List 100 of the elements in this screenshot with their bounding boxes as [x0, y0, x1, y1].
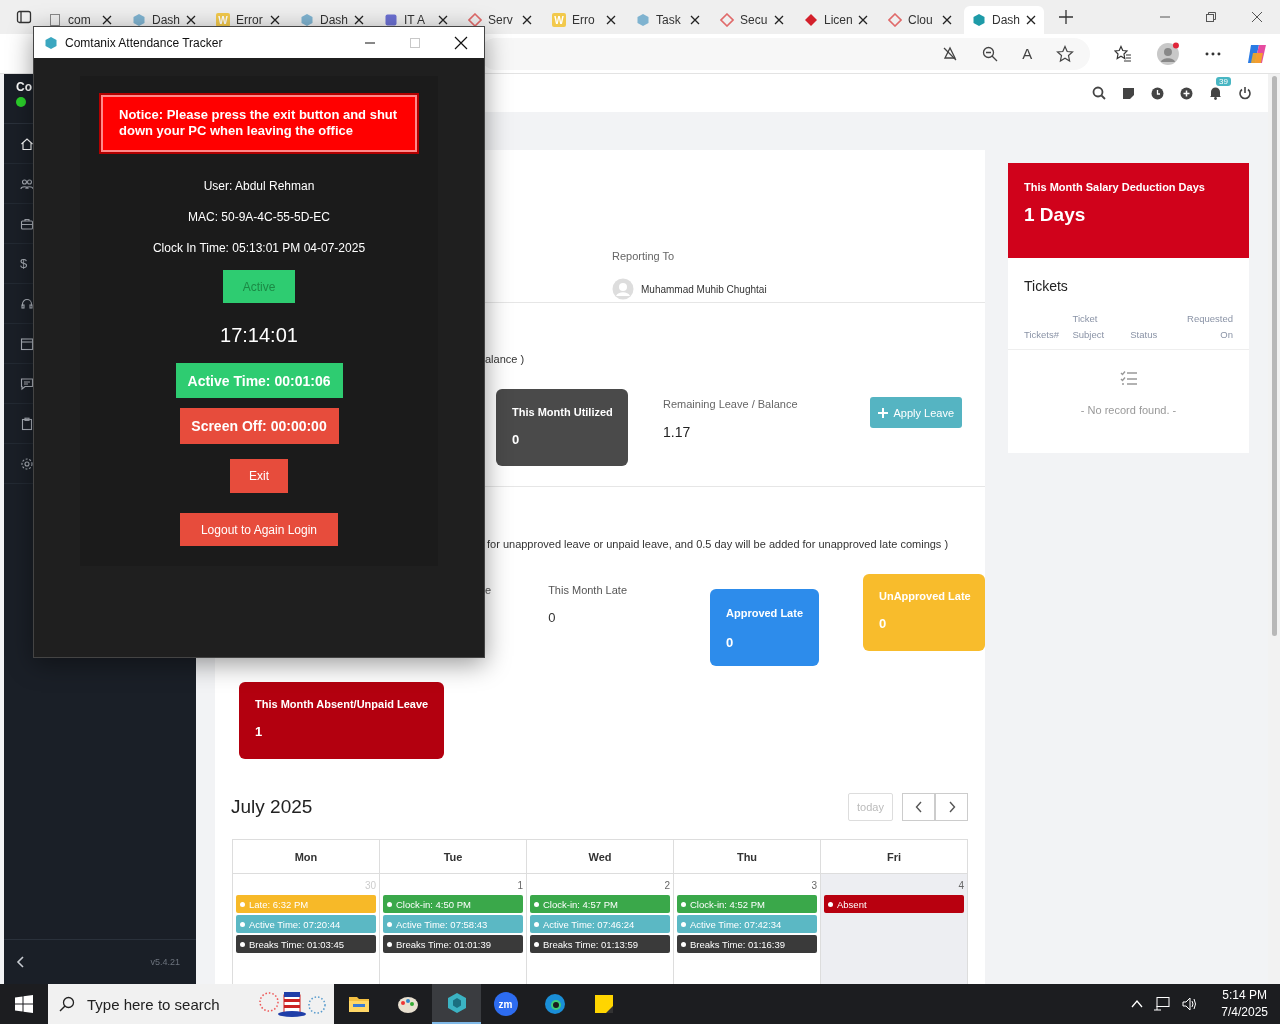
day-number: 4 [958, 880, 964, 891]
card-value: 1 [255, 724, 264, 739]
site-icon [48, 13, 62, 27]
search-icon[interactable] [1092, 86, 1106, 100]
close-icon[interactable] [690, 15, 700, 25]
taskbar-clock[interactable]: 5:14 PM 7/4/2025 [1221, 987, 1268, 1021]
calendar-event[interactable]: Absent [824, 895, 964, 913]
card-title: Approved Late [726, 606, 803, 621]
column-header: Ticket Subject [1072, 312, 1106, 342]
search-input[interactable]: Type here to search [87, 995, 245, 1013]
card-value: 0 [726, 635, 735, 651]
close-icon[interactable] [1251, 11, 1263, 23]
briefcase-icon[interactable] [20, 216, 34, 231]
card-value: 1 Days [1024, 204, 1087, 226]
card-title: e [485, 584, 493, 598]
browser-tab[interactable]: Task [628, 6, 708, 34]
gear-icon[interactable] [20, 456, 34, 471]
profile-avatar-icon[interactable] [1156, 41, 1181, 66]
start-icon[interactable] [15, 995, 33, 1013]
logout-button[interactable]: Logout to Again Login [180, 513, 338, 546]
browser-tab[interactable]: com [40, 6, 120, 34]
calendar-event[interactable]: Breaks Time: 01:13:59 [530, 935, 670, 953]
tab-actions-icon[interactable] [16, 9, 32, 25]
network-icon[interactable] [1153, 996, 1172, 1012]
manager-name: Muhammad Muhib Chughtai [641, 283, 767, 295]
browser-tab[interactable]: Serv [460, 6, 540, 34]
calendar-icon[interactable] [20, 336, 34, 351]
browser-tab[interactable]: Dash [124, 6, 204, 34]
users-icon[interactable] [20, 176, 34, 191]
browser-tab[interactable]: Clou [880, 6, 960, 34]
tracking-icon[interactable] [942, 45, 959, 62]
bell-icon[interactable] [1209, 86, 1222, 100]
card-title: This Month Salary Deduction Days [1024, 181, 1206, 193]
sidebar-item[interactable]: $ [20, 256, 28, 271]
close-icon[interactable] [774, 15, 784, 25]
chevron-right-icon [947, 801, 956, 813]
taskbar-search-box[interactable]: Type here to search [48, 984, 334, 1024]
notification-badge: 39 [1216, 77, 1231, 86]
power-icon[interactable] [1238, 86, 1252, 100]
browser-tab[interactable]: Licen [796, 6, 876, 34]
clock-icon[interactable] [1151, 86, 1164, 100]
clock-in-time: Clock In Time: 05:13:01 PM 04-07-2025 [152, 240, 366, 256]
new-tab-icon[interactable] [1058, 9, 1074, 25]
note-icon[interactable] [1122, 86, 1135, 100]
add-icon[interactable] [1180, 86, 1193, 100]
scrollbar-thumb[interactable] [1271, 76, 1277, 636]
close-icon[interactable] [858, 15, 868, 25]
site-icon [468, 13, 482, 27]
close-icon[interactable] [102, 15, 112, 25]
close-icon[interactable] [454, 35, 468, 50]
calendar-event[interactable]: Breaks Time: 01:16:39 [677, 935, 817, 953]
calendar-event[interactable]: Breaks Time: 01:01:39 [383, 935, 523, 953]
avatar-icon [612, 278, 634, 300]
reporting-to-label: Reporting To [612, 250, 676, 262]
site-icon [636, 13, 650, 27]
remaining-leave-label: Remaining Leave / Balance [663, 398, 798, 410]
edge-app-icon[interactable] [542, 992, 567, 1016]
clock-time: 5:14 PM [1222, 987, 1267, 1004]
browser-tab[interactable]: IT A [376, 6, 456, 34]
browser-tab[interactable]: Secu [712, 6, 792, 34]
card-value: 0 [548, 610, 557, 625]
card-title: UnApproved Late [879, 590, 969, 602]
active-time-badge: Active Time: 00:01:06 [175, 363, 343, 398]
clipboard-icon[interactable] [20, 416, 34, 431]
favorite-star-icon[interactable] [1056, 44, 1075, 63]
chevron-up-icon[interactable] [1131, 999, 1144, 1009]
headset-icon[interactable] [20, 296, 34, 311]
close-icon[interactable] [1026, 15, 1036, 25]
close-icon[interactable] [942, 15, 952, 25]
card-title: This Month Absent/Unpaid Leave [255, 698, 428, 710]
close-icon[interactable] [606, 15, 616, 25]
empty-message: - No record found. - [1080, 404, 1177, 416]
weekday-header: Wed [527, 840, 674, 874]
user-name: User: Abdul Rehman [203, 178, 315, 194]
notice-banner: Notice: Please press the exit button and shut down your PC when leaving the office [101, 95, 417, 152]
browser-tab[interactable]: Dash [964, 6, 1044, 34]
version-label: v5.4.21 [150, 957, 180, 967]
exit-button[interactable]: Exit [230, 459, 288, 493]
card-title: This Month Late [548, 584, 627, 596]
calendar-event[interactable]: Breaks Time: 01:03:45 [236, 935, 376, 953]
home-icon[interactable] [20, 136, 34, 151]
collapse-chevron-icon[interactable] [16, 956, 26, 968]
close-icon[interactable] [438, 15, 448, 25]
calendar-title: July 2025 [231, 796, 313, 818]
browser-tab[interactable]: Dash [292, 6, 372, 34]
close-icon[interactable] [186, 15, 196, 25]
close-icon[interactable] [354, 15, 364, 25]
browser-tab[interactable]: W Erro [544, 6, 624, 34]
restore-icon[interactable] [1205, 11, 1217, 23]
close-icon[interactable] [270, 15, 280, 25]
site-icon [888, 13, 902, 27]
favorites-icon[interactable] [1114, 44, 1133, 63]
zoom-out-icon[interactable] [982, 45, 999, 62]
column-header: Tickets# [1024, 328, 1061, 342]
close-icon[interactable] [522, 15, 532, 25]
chat-icon[interactable] [20, 376, 34, 391]
copilot-icon[interactable] [1246, 42, 1268, 65]
weekday-header: Thu [674, 840, 821, 874]
read-aloud-button[interactable]: A [1022, 45, 1033, 62]
zoom-app-icon[interactable]: zm [493, 992, 518, 1016]
